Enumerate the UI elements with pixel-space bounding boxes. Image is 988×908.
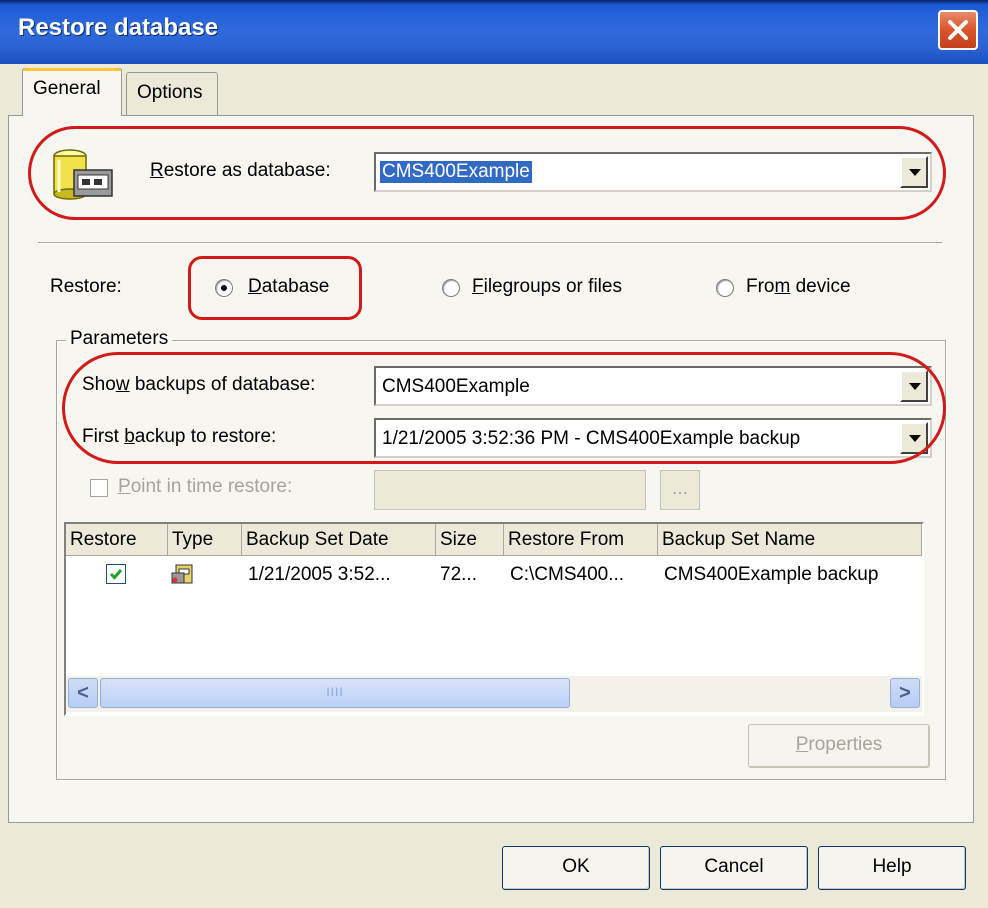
properties-button[interactable]: Properties	[748, 724, 930, 768]
radio-database[interactable]	[215, 279, 233, 297]
point-in-time-checkbox[interactable]	[90, 479, 108, 497]
scroll-left-button[interactable]: <	[68, 678, 98, 708]
show-backups-label: Show backups of database:	[82, 374, 316, 395]
radio-filegroups-label[interactable]: Filegroups or files	[472, 276, 622, 298]
horizontal-scrollbar[interactable]: < IIII >	[66, 676, 922, 712]
database-icon	[53, 149, 113, 200]
point-in-time-input[interactable]	[374, 470, 646, 510]
parameters-legend: Parameters	[66, 328, 173, 350]
close-icon	[948, 20, 968, 40]
restore-as-database-combo[interactable]: CMS400Example	[374, 152, 932, 192]
checkmark-icon	[109, 569, 123, 580]
first-backup-value[interactable]: 1/21/2005 3:52:36 PM - CMS400Example bac…	[382, 428, 800, 450]
radio-filegroups[interactable]	[442, 279, 460, 297]
show-backups-value[interactable]: CMS400Example	[382, 376, 530, 398]
point-in-time-label: Point in time restore:	[118, 476, 293, 497]
dropdown-arrow-icon[interactable]	[900, 156, 928, 188]
radio-database-label[interactable]: Database	[248, 276, 329, 298]
scroll-right-button[interactable]: >	[890, 678, 920, 708]
radio-from-device[interactable]	[716, 279, 734, 297]
dropdown-arrow-icon[interactable]	[900, 370, 928, 402]
column-header-restore-from[interactable]: Restore From	[504, 524, 658, 556]
backup-sets-list[interactable]: Restore Type Backup Set Date Size Restor…	[64, 522, 924, 716]
tab-options[interactable]: Options	[126, 72, 218, 116]
radio-from-device-label[interactable]: From device	[746, 276, 851, 298]
point-in-time-browse-button[interactable]: ...	[660, 470, 700, 510]
row-backup-set-date: 1/21/2005 3:52...	[248, 564, 391, 585]
row-size: 72...	[440, 564, 477, 585]
ok-button[interactable]: OK	[502, 846, 650, 890]
column-header-size[interactable]: Size	[436, 524, 504, 556]
restore-as-label: Restore as database:	[150, 160, 331, 181]
separator	[38, 242, 942, 244]
row-restore-from: C:\CMS400...	[510, 564, 625, 585]
row-backup-set-name: CMS400Example backup	[664, 564, 879, 585]
help-button[interactable]: Help	[818, 846, 966, 890]
window-title: Restore database	[18, 14, 219, 41]
close-button[interactable]	[938, 10, 978, 50]
scrollbar-thumb[interactable]: IIII	[100, 678, 570, 708]
column-header-type[interactable]: Type	[168, 524, 242, 556]
row-restore-checkbox[interactable]	[106, 564, 126, 584]
restore-label: Restore:	[50, 276, 122, 297]
first-backup-combo[interactable]: 1/21/2005 3:52:36 PM - CMS400Example bac…	[374, 418, 932, 458]
column-header-backup-set-name[interactable]: Backup Set Name	[658, 524, 922, 556]
show-backups-combo[interactable]: CMS400Example	[374, 366, 932, 406]
column-header-restore[interactable]: Restore	[66, 524, 168, 556]
database-backup-icon	[171, 564, 193, 584]
column-header-backup-set-date[interactable]: Backup Set Date	[242, 524, 436, 556]
cancel-button[interactable]: Cancel	[660, 846, 808, 890]
dropdown-arrow-icon[interactable]	[900, 422, 928, 454]
tab-general[interactable]: General	[22, 68, 122, 116]
first-backup-label: First backup to restore:	[82, 426, 277, 447]
restore-as-value[interactable]: CMS400Example	[380, 161, 532, 183]
